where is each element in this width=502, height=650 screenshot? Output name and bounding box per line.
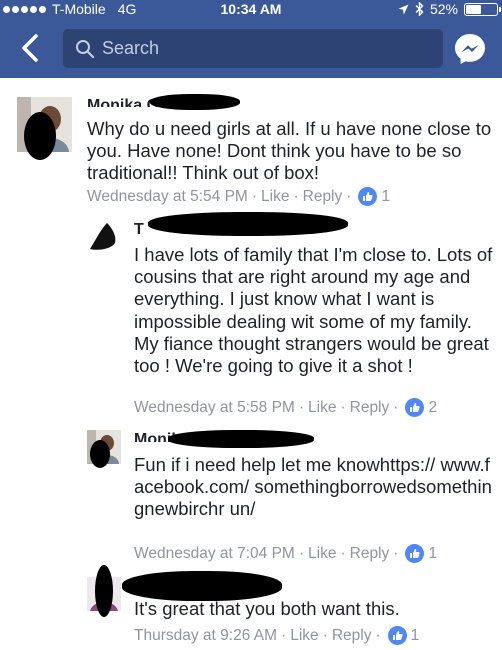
thumbs-up-icon xyxy=(363,192,374,201)
redaction-mark xyxy=(90,440,110,468)
comment-timestamp[interactable]: Wednesday at 5:54 PM xyxy=(87,188,248,206)
search-input[interactable] xyxy=(102,38,422,59)
comment-meta: Thursday at 9:26 AM · Like · Reply · 1 xyxy=(134,626,420,645)
like-link[interactable]: Like xyxy=(261,188,289,206)
like-count[interactable]: 2 xyxy=(428,399,437,417)
comment-text: Fun if i need help let me knowhttps:// w… xyxy=(134,454,492,519)
bluetooth-icon xyxy=(415,2,424,16)
messenger-icon xyxy=(455,34,485,64)
top-bar: T-Mobile 4G 10:34 AM 52% xyxy=(0,0,502,78)
back-button[interactable] xyxy=(12,28,48,68)
reply-link[interactable]: Reply xyxy=(332,627,372,645)
comment-text: Why do u need girls at all. If u have no… xyxy=(87,118,492,183)
like-count[interactable]: 1 xyxy=(411,627,420,645)
status-icons: 52% xyxy=(398,0,501,18)
like-count-icon[interactable] xyxy=(358,187,378,206)
reply-link[interactable]: Reply xyxy=(303,188,343,206)
like-count-icon[interactable] xyxy=(405,398,425,417)
reply-link[interactable]: Reply xyxy=(350,545,390,563)
redaction-mark xyxy=(122,571,282,601)
comment-author-name[interactable]: T xyxy=(134,221,144,239)
messenger-button[interactable] xyxy=(453,32,487,66)
comment-text: It's great that you both want this. xyxy=(134,598,400,619)
search-icon xyxy=(76,39,95,58)
search-bar[interactable] xyxy=(63,29,443,68)
reply-link[interactable]: Reply xyxy=(350,399,390,417)
comment-text: I have lots of family that I'm close to.… xyxy=(134,244,493,377)
thumbs-up-icon xyxy=(410,403,421,412)
thumbs-up-icon xyxy=(410,549,421,558)
comment-meta: Wednesday at 7:04 PM · Like · Reply · 1 xyxy=(134,544,438,563)
redaction-mark xyxy=(24,112,56,160)
battery-level xyxy=(466,4,482,14)
thumbs-up-icon xyxy=(392,631,403,640)
battery-percent: 52% xyxy=(429,1,458,17)
comment-meta: Wednesday at 5:54 PM · Like · Reply · 1 xyxy=(87,187,391,206)
redaction-mark xyxy=(168,430,314,448)
redaction-mark xyxy=(150,94,240,110)
like-count-icon[interactable] xyxy=(405,544,425,563)
like-link[interactable]: Like xyxy=(308,545,336,563)
redaction-mark xyxy=(148,212,348,236)
like-count-icon[interactable] xyxy=(387,626,407,645)
location-arrow-icon xyxy=(398,4,409,14)
back-arrow-icon xyxy=(22,34,38,62)
redaction-mark xyxy=(95,565,113,617)
battery-icon xyxy=(464,2,501,16)
like-count[interactable]: 1 xyxy=(428,545,437,563)
comment-timestamp[interactable]: Wednesday at 5:58 PM xyxy=(134,399,295,417)
comment-timestamp[interactable]: Thursday at 9:26 AM xyxy=(134,627,277,645)
avatar[interactable] xyxy=(87,219,121,253)
comment-meta: Wednesday at 5:58 PM · Like · Reply · 2 xyxy=(134,398,438,417)
like-link[interactable]: Like xyxy=(290,627,318,645)
comment-timestamp[interactable]: Wednesday at 7:04 PM xyxy=(134,545,295,563)
status-bar: T-Mobile 4G 10:34 AM 52% xyxy=(0,0,502,18)
like-count[interactable]: 1 xyxy=(381,188,390,206)
like-link[interactable]: Like xyxy=(308,399,336,417)
